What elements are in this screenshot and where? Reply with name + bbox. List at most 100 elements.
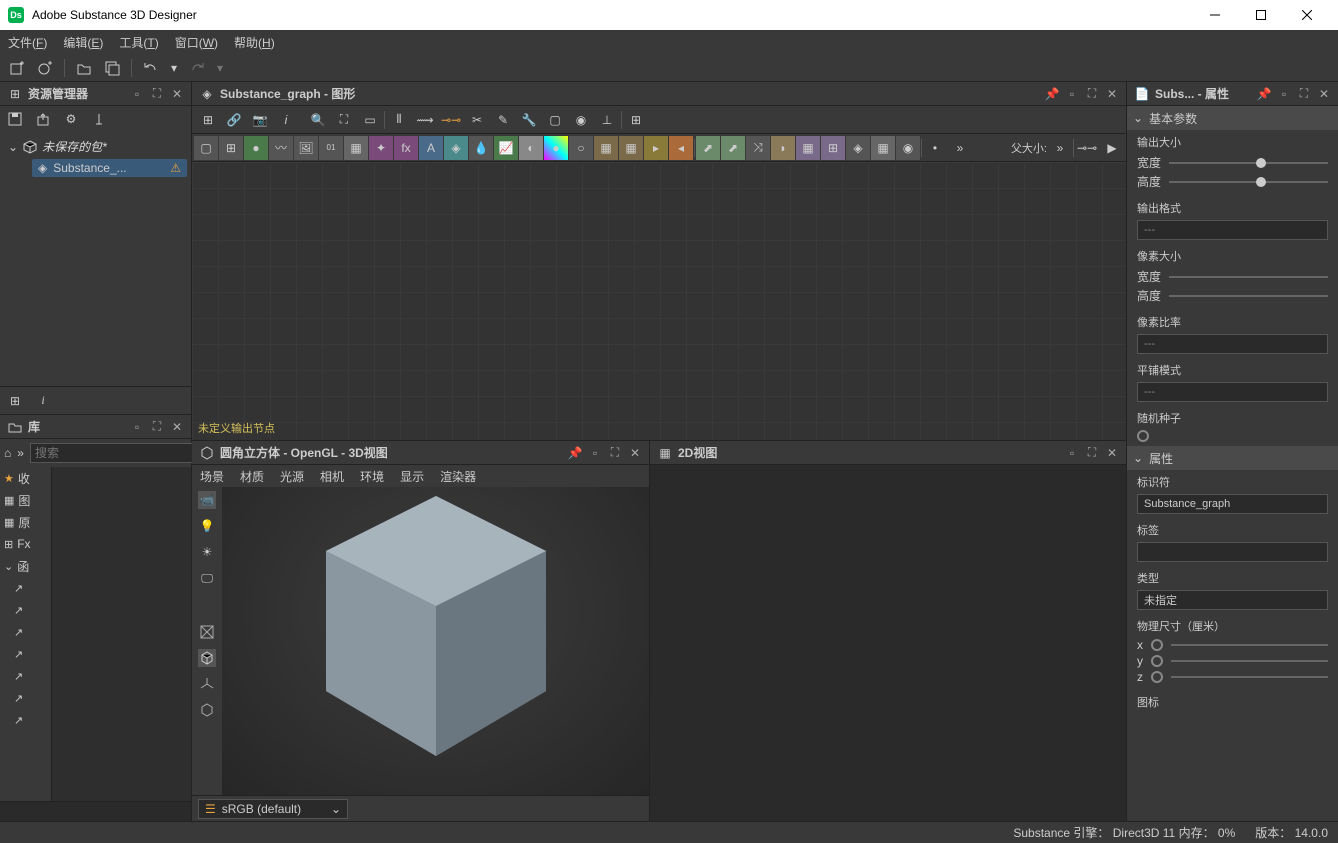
lib-more-icon[interactable]: » (17, 444, 24, 462)
node-dot[interactable]: • (923, 136, 947, 160)
lib-cat-sub[interactable]: ↗ (0, 599, 51, 621)
wireframe-icon[interactable] (198, 701, 216, 719)
y-slider[interactable] (1171, 660, 1328, 662)
lib-cat-sub[interactable]: ↗ (0, 665, 51, 687)
node-transform[interactable]: ◈ (846, 136, 870, 160)
open-icon[interactable] (75, 59, 93, 77)
node-fx[interactable]: ✦ (369, 136, 393, 160)
node-pattern[interactable]: ◈ (444, 136, 468, 160)
menu-file[interactable]: 文件(F) (8, 34, 47, 51)
align-icon[interactable]: ⫴ (387, 108, 411, 132)
node-text[interactable]: A (419, 136, 443, 160)
close-button[interactable] (1284, 0, 1330, 30)
label-input[interactable] (1137, 542, 1328, 562)
type-value[interactable]: 未指定 (1137, 590, 1328, 610)
v3-menu-camera[interactable]: 相机 (320, 468, 344, 485)
redo-icon[interactable] (188, 59, 206, 77)
pin-icon[interactable]: 📌 (567, 445, 583, 461)
save-all-icon[interactable] (103, 59, 121, 77)
panel-float-icon[interactable]: ▫ (129, 86, 145, 102)
export-icon[interactable] (34, 110, 52, 128)
viewport-3d[interactable] (222, 487, 649, 795)
node-normal[interactable]: ⬈ (696, 136, 720, 160)
z-slider[interactable] (1171, 676, 1328, 678)
cut-icon[interactable]: ✂ (465, 108, 489, 132)
node-output[interactable]: ◂ (669, 136, 693, 160)
lib-cat-favorite[interactable]: ★ 收 (0, 467, 51, 489)
node-circle[interactable]: ○ (569, 136, 593, 160)
flow-icon[interactable]: ⟿ (413, 108, 437, 132)
pixel-ratio-value[interactable]: --- (1137, 334, 1328, 354)
pin-icon[interactable]: 📌 (1044, 86, 1060, 102)
library-search-input[interactable] (30, 443, 195, 463)
z-radio[interactable] (1151, 671, 1163, 683)
align-tool-icon[interactable]: ⊥ (595, 108, 619, 132)
panel-close-icon[interactable]: ✕ (169, 419, 185, 435)
info-icon[interactable]: i (34, 392, 52, 410)
frame-icon[interactable]: ▢ (543, 108, 567, 132)
new-graph-icon[interactable] (8, 59, 26, 77)
redo-dropdown-icon[interactable]: ▾ (216, 59, 224, 77)
width-slider[interactable] (1169, 162, 1328, 164)
lib-cat-sub[interactable]: ↗ (0, 709, 51, 731)
save-icon[interactable] (6, 110, 24, 128)
panel-float-icon[interactable]: ▫ (1064, 86, 1080, 102)
v3-menu-display[interactable]: 显示 (400, 468, 424, 485)
panel-max-icon[interactable]: ⛶ (1296, 86, 1312, 102)
x-slider[interactable] (1171, 644, 1328, 646)
node-drop[interactable]: 💧 (469, 136, 493, 160)
pixwidth-slider[interactable] (1169, 276, 1328, 278)
menu-window[interactable]: 窗口(W) (175, 34, 218, 51)
tree-graph-row[interactable]: ◈ Substance_... ⚠ (32, 159, 187, 177)
v3-menu-light[interactable]: 光源 (280, 468, 304, 485)
node-tile[interactable]: ▦ (594, 136, 618, 160)
axis-icon[interactable] (198, 675, 216, 693)
info-icon[interactable]: i (274, 108, 298, 132)
panel-max-icon[interactable]: ⛶ (1084, 86, 1100, 102)
node-bitmap[interactable]: 🖼 (294, 136, 318, 160)
pin-icon[interactable]: 📌 (1256, 86, 1272, 102)
panel-float-icon[interactable]: ▫ (1064, 445, 1080, 461)
panel-float-icon[interactable]: ▫ (587, 445, 603, 461)
camera-tool-icon[interactable]: 📹 (198, 491, 216, 509)
colorspace-combo[interactable]: ☰ sRGB (default) ⌄ (198, 799, 348, 819)
wrench-icon[interactable]: 🔧 (517, 108, 541, 132)
view-nodes-icon[interactable]: ⊞ (196, 108, 220, 132)
panel-max-icon[interactable]: ⛶ (149, 419, 165, 435)
lib-cat-item[interactable]: ▦ 图 (0, 489, 51, 511)
timing-icon[interactable]: ⊸⊸ (1075, 136, 1099, 160)
link-icon[interactable]: ⚙ (62, 110, 80, 128)
lib-cat-item[interactable]: ▦ 原 (0, 511, 51, 533)
panel-close-icon[interactable]: ✕ (627, 445, 643, 461)
node-noise[interactable]: ▦ (344, 136, 368, 160)
select-icon[interactable]: ▭ (358, 108, 382, 132)
viewport-2d[interactable] (650, 465, 1126, 821)
undo-icon[interactable] (142, 59, 160, 77)
panel-close-icon[interactable]: ✕ (169, 86, 185, 102)
pixheight-slider[interactable] (1169, 295, 1328, 297)
v3-menu-renderer[interactable]: 渲染器 (440, 468, 476, 485)
lib-cat-item[interactable]: ⌄ 函 (0, 555, 51, 577)
maximize-button[interactable] (1238, 0, 1284, 30)
section-basic[interactable]: ⌄基本参数 (1127, 106, 1338, 130)
node-frame[interactable]: ▢ (194, 136, 218, 160)
menu-help[interactable]: 帮助(H) (234, 34, 275, 51)
lib-cat-sub[interactable]: ↗ (0, 643, 51, 665)
lib-cat-sub[interactable]: ↗ (0, 577, 51, 599)
identifier-input[interactable] (1137, 494, 1328, 514)
undo-dropdown-icon[interactable]: ▾ (170, 59, 178, 77)
pin-node-icon[interactable]: ◉ (569, 108, 593, 132)
menu-tools[interactable]: 工具(T) (119, 34, 158, 51)
node-channels[interactable]: ⊞ (821, 136, 845, 160)
link-icon[interactable]: 🔗 (222, 108, 246, 132)
hierarchy-icon[interactable]: ⊞ (6, 392, 24, 410)
node-fx2[interactable]: fx (394, 136, 418, 160)
paint-icon[interactable]: ✎ (491, 108, 515, 132)
node-tile2[interactable]: ▦ (619, 136, 643, 160)
node-mirror[interactable]: ◗ (771, 136, 795, 160)
tree-package-row[interactable]: ⌄ 未保存的包* (4, 136, 187, 157)
graph-canvas[interactable]: 未定义输出节点 (192, 162, 1126, 440)
connect-icon[interactable]: ⊸⊸ (439, 108, 463, 132)
node-uniform[interactable]: ● (244, 136, 268, 160)
node-grid[interactable]: ⊞ (219, 136, 243, 160)
